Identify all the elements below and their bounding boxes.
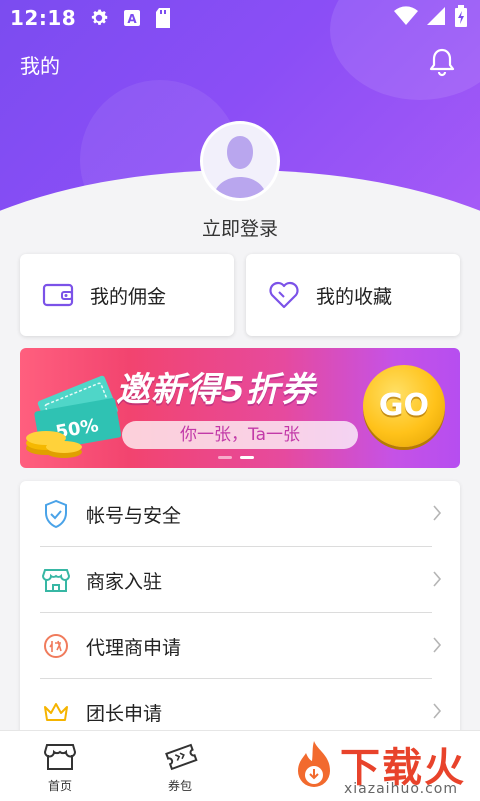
- menu-item-account-security[interactable]: 帐号与安全: [20, 481, 460, 547]
- coupon-illustration: 50%: [26, 375, 122, 458]
- store-icon: [42, 567, 70, 593]
- banner-subtitle: 你一张，Ta一张: [122, 421, 358, 449]
- a-icon: A: [122, 8, 142, 28]
- gear-icon: [88, 7, 110, 29]
- tab-home[interactable]: 首页: [0, 731, 120, 801]
- carousel-indicator: [218, 456, 254, 459]
- menu-label: 团长申请: [86, 702, 163, 725]
- wallet-icon: [42, 281, 74, 309]
- menu-label: 商家入驻: [86, 570, 163, 593]
- banner-headline: 邀新得5折券: [116, 370, 316, 410]
- status-time: 12:18: [10, 6, 77, 30]
- svg-text:A: A: [128, 12, 138, 26]
- ticket-icon: [164, 741, 198, 775]
- settings-menu: 帐号与安全 商家入驻 代理商申请 团长申请: [20, 481, 460, 743]
- login-link[interactable]: 立即登录: [0, 214, 480, 241]
- shop-home-icon: [43, 741, 77, 775]
- menu-item-merchant-join[interactable]: 商家入驻: [20, 547, 460, 613]
- commission-label: 我的佣金: [90, 285, 167, 308]
- commission-card[interactable]: 我的佣金: [20, 254, 234, 336]
- signal-icon: [426, 6, 446, 30]
- wifi-icon: [394, 6, 418, 30]
- menu-label: 代理商申请: [86, 636, 182, 659]
- watermark: 下载火 xiazaihuo.com: [282, 733, 480, 800]
- flame-logo-icon: [298, 741, 330, 787]
- tab-coupons[interactable]: 券包: [120, 731, 240, 801]
- tab-label: 首页: [47, 779, 72, 793]
- sd-card-icon: [154, 7, 172, 29]
- invite-banner[interactable]: 50% 邀新得5折券 你一张，Ta一张 GO: [20, 348, 460, 468]
- carousel-dot-active: [240, 456, 254, 459]
- avatar[interactable]: [200, 121, 280, 201]
- status-bar: 12:18 A: [0, 0, 480, 36]
- heart-icon: [268, 281, 300, 309]
- tab-label: 券包: [167, 779, 192, 793]
- watermark-sub: xiazaihuo.com: [344, 781, 458, 797]
- chevron-right-icon: [432, 570, 442, 592]
- menu-item-agent-apply[interactable]: 代理商申请: [20, 613, 460, 679]
- favorites-label: 我的收藏: [316, 285, 393, 308]
- crown-icon: [42, 700, 70, 724]
- favorites-card[interactable]: 我的收藏: [246, 254, 460, 336]
- carousel-dot: [218, 456, 232, 459]
- battery-icon: [454, 5, 468, 31]
- shield-check-icon: [42, 499, 70, 529]
- chevron-right-icon: [432, 702, 442, 724]
- bell-icon[interactable]: [426, 46, 458, 82]
- menu-label: 帐号与安全: [86, 504, 182, 527]
- chevron-right-icon: [432, 636, 442, 658]
- go-button[interactable]: GO: [363, 365, 445, 447]
- chevron-right-icon: [432, 504, 442, 526]
- user-avatar-icon: [213, 136, 267, 198]
- agent-badge-icon: [42, 633, 70, 659]
- page-title: 我的: [20, 54, 60, 78]
